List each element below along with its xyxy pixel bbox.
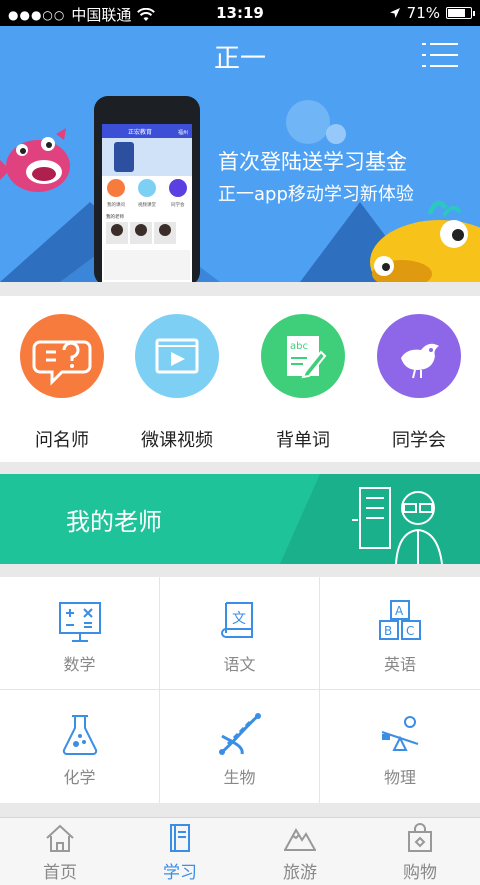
- quick-entry-circle: [20, 314, 104, 398]
- page-title: 正一: [213, 44, 266, 74]
- quick-entry-circle: [377, 314, 461, 398]
- subject-physics[interactable]: 物理: [320, 690, 480, 803]
- math-board-icon: [59, 602, 101, 642]
- bird-icon: [401, 343, 439, 379]
- tab-study[interactable]: 学习: [120, 818, 240, 885]
- promo-banner[interactable]: 正宏教育 福州 我的课问 视频课堂 同学会 我的老师 首次登陆送学习基金 正一a…: [0, 84, 480, 282]
- quick-entry-circle: [135, 314, 219, 398]
- banner-subline: 正一app移动学习新体验: [218, 184, 414, 205]
- quick-entry-circle: abc: [261, 314, 345, 398]
- svg-text:我的课问: 我的课问: [107, 201, 125, 208]
- svg-text:文: 文: [232, 611, 246, 627]
- quick-entry-ask-teacher[interactable]: 问名师: [2, 314, 122, 452]
- flask-icon: [62, 715, 98, 755]
- status-bar: ●●●○○ 中国联通 13:19 71%: [0, 0, 480, 26]
- quick-entry-alumni[interactable]: 同学会: [359, 314, 479, 452]
- subject-label: 数学: [63, 655, 96, 674]
- my-teacher-label: 我的老师: [66, 508, 162, 536]
- subject-english[interactable]: A B C 英语: [320, 577, 480, 690]
- subject-label: 化学: [63, 768, 96, 787]
- study-book-icon: [170, 824, 190, 852]
- dna-icon: [219, 713, 261, 755]
- mountain-icon: [284, 827, 316, 851]
- pink-monster: [0, 128, 70, 192]
- subject-math[interactable]: 数学: [0, 577, 160, 690]
- subject-chemistry[interactable]: 化学: [0, 690, 160, 803]
- tab-label: 购物: [403, 863, 437, 883]
- quick-entry-label: 背单词: [276, 430, 330, 451]
- svg-text:视频课堂: 视频课堂: [138, 201, 156, 208]
- subject-biology[interactable]: 生物: [160, 690, 320, 803]
- question-bubble-icon: [32, 340, 92, 386]
- chinese-book-icon: 文: [221, 602, 253, 638]
- home-icon: [46, 824, 74, 852]
- tab-label: 首页: [43, 863, 77, 883]
- svg-text:正宏教育: 正宏教育: [128, 128, 152, 136]
- svg-text:我的老师: 我的老师: [106, 213, 124, 220]
- list-menu-icon[interactable]: [422, 42, 458, 68]
- quick-entry-vocabulary[interactable]: abc 背单词: [243, 314, 363, 452]
- quick-entry-label: 同学会: [392, 430, 446, 451]
- subject-label: 物理: [383, 768, 416, 787]
- abc-blocks-icon: A B C: [379, 600, 421, 640]
- subject-label: 语文: [223, 655, 256, 674]
- video-play-icon: [155, 338, 199, 374]
- location-arrow-icon: [389, 8, 400, 18]
- phone-mockup: 正宏教育 福州 我的课问 视频课堂 同学会 我的老师: [94, 96, 200, 282]
- svg-text:abc: abc: [290, 341, 308, 352]
- banner-headline: 首次登陆送学习基金: [218, 150, 407, 174]
- quick-entry-micro-video[interactable]: 微课视频: [117, 314, 237, 452]
- abc-notebook-icon: abc: [287, 336, 327, 379]
- shopping-bag-icon: [408, 823, 432, 852]
- subject-chinese[interactable]: 文 语文: [160, 577, 320, 690]
- subject-label: 英语: [383, 655, 416, 674]
- yellow-monster: [370, 200, 480, 282]
- battery-percent: 71%: [406, 4, 440, 22]
- svg-text:C: C: [406, 624, 414, 638]
- subject-label: 生物: [223, 768, 256, 787]
- battery-icon: [446, 7, 475, 19]
- svg-text:福州: 福州: [178, 129, 188, 136]
- tab-travel[interactable]: 旅游: [240, 818, 360, 885]
- svg-text:A: A: [395, 604, 404, 618]
- my-teacher-banner[interactable]: 我的老师: [0, 474, 480, 564]
- bottom-tab-bar: 首页 学习 旅游 购物: [0, 817, 480, 885]
- svg-text:同学会: 同学会: [171, 201, 185, 208]
- tab-home[interactable]: 首页: [0, 818, 120, 885]
- tab-shopping[interactable]: 购物: [360, 818, 480, 885]
- quick-entry-grid: 问名师 微课视频 abc 背单词 同学会: [0, 296, 480, 462]
- app-header: 正一: [0, 26, 480, 84]
- svg-text:B: B: [384, 624, 392, 638]
- subject-grid: 数学 文 语文 A B C 英语 化学 生物 物理: [0, 577, 480, 803]
- tab-label: 旅游: [283, 863, 317, 883]
- quick-entry-label: 问名师: [35, 430, 89, 451]
- quick-entry-label: 微课视频: [141, 430, 213, 451]
- tab-label: 学习: [163, 863, 197, 883]
- seesaw-icon: [381, 716, 419, 751]
